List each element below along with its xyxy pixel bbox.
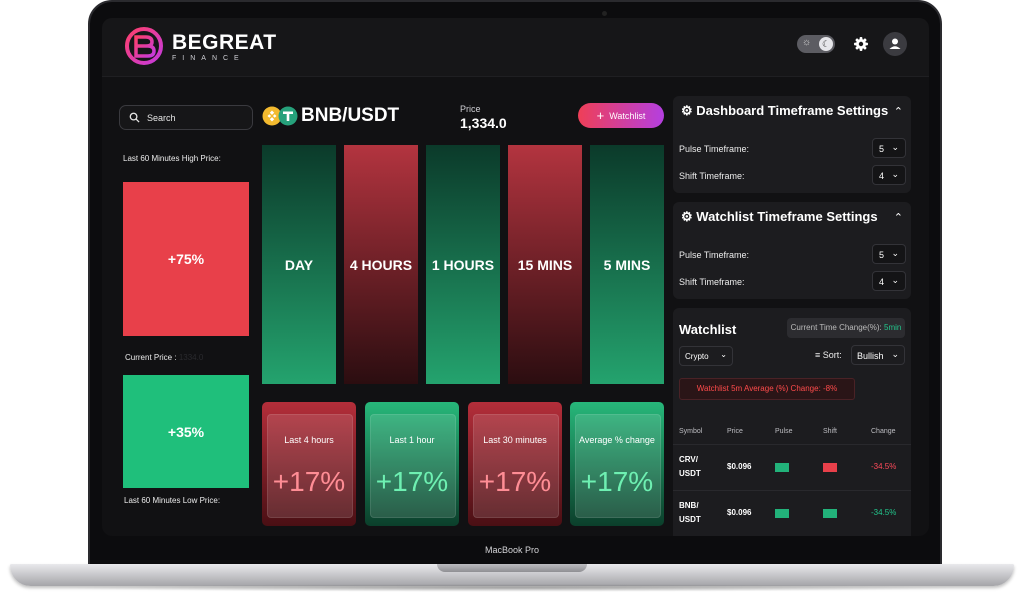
current-price-label: Current Price : 1334.0	[125, 353, 204, 362]
timeframe-15-mins[interactable]: 15 MINS	[508, 145, 582, 384]
bnb-usdt-coin-icons	[262, 106, 298, 126]
symbol-cell: CRV/	[679, 455, 698, 464]
price-value: 1,334.0	[460, 115, 507, 131]
laptop-notch	[437, 564, 587, 572]
settings-gear-icon[interactable]	[851, 34, 871, 54]
chevron-down-icon: ⌄	[891, 142, 899, 152]
shift-timeframe-label: Shift Timeframe:	[679, 277, 745, 287]
column-header[interactable]: Shift	[823, 428, 837, 435]
add-watchlist-button[interactable]: + Watchlist	[578, 103, 664, 128]
device-model-label: MacBook Pro	[484, 545, 540, 555]
change-card-label: Last 4 hours	[284, 435, 334, 445]
plus-icon: +	[596, 108, 605, 123]
pair-name: BNB/USDT	[301, 105, 400, 126]
user-icon	[889, 38, 901, 49]
shift-timeframe-label: Shift Timeframe:	[679, 171, 745, 181]
search-placeholder: Search	[147, 113, 176, 123]
price-cell: $0.096	[727, 508, 752, 517]
chevron-up-icon[interactable]: ⌃	[894, 105, 903, 118]
moon-icon: ☾	[819, 37, 833, 51]
low-price-label: Last 60 Minutes Low Price:	[124, 496, 221, 505]
symbol-cell: USDT	[679, 469, 701, 478]
top-header: BEGREAT FINANCE ☼ ☾	[102, 18, 929, 77]
brand-name: BEGREAT	[172, 31, 277, 54]
gear-icon: ⚙	[681, 209, 693, 224]
chevron-down-icon: ⌄	[720, 350, 727, 359]
change-cell: -34.5%	[871, 508, 897, 517]
average-change-alert: Watchlist 5m Average (%) Change: -8%	[679, 378, 855, 400]
change-card-label: Average % change	[579, 435, 655, 445]
symbol-cell: BNB/	[679, 501, 699, 510]
brand: BEGREAT FINANCE	[172, 31, 277, 63]
change-card-label: Last 1 hour	[389, 435, 435, 445]
chevron-down-icon: ⌄	[891, 169, 899, 179]
chevron-down-icon: ⌄	[891, 275, 899, 285]
column-header[interactable]: Price	[727, 428, 743, 435]
timeframe-5-mins[interactable]: 5 MINS	[590, 145, 664, 384]
camera-dot	[602, 11, 607, 16]
search-input[interactable]: Search	[119, 105, 253, 130]
sun-icon: ☼	[802, 37, 812, 48]
category-select[interactable]: Crypto ⌄	[679, 346, 733, 366]
sort-icon: ≡	[815, 350, 821, 360]
brand-subtitle: FINANCE	[172, 55, 245, 62]
timeframe-day[interactable]: DAY	[262, 145, 336, 384]
change-card-label: Last 30 minutes	[483, 435, 547, 445]
pulse-timeframe-label: Pulse Timeframe:	[679, 144, 750, 154]
change-cell: -34.5%	[871, 462, 897, 471]
change-card-30m: Last 30 minutes +17%	[468, 402, 562, 526]
watchlist-settings-panel: ⚙ Watchlist Timeframe Settings ⌃ Pulse T…	[673, 202, 911, 299]
watchlist-settings-title[interactable]: ⚙ Watchlist Timeframe Settings	[681, 209, 878, 225]
watchlist-panel: Watchlist Current Time Change(%): 5min C…	[673, 308, 911, 536]
watchlist-button-label: Watchlist	[609, 111, 646, 121]
price-cell: $0.096	[727, 462, 752, 471]
change-card-value: +17%	[272, 466, 346, 497]
change-card-1h: Last 1 hour +17%	[365, 402, 459, 526]
laptop-shadow	[60, 584, 964, 592]
shift-timeframe-select[interactable]: 4 ⌄	[872, 271, 906, 291]
search-icon	[129, 112, 140, 123]
watchlist-title: Watchlist	[679, 322, 737, 337]
row-divider	[673, 490, 911, 491]
timeframe-4-hours[interactable]: 4 HOURS	[344, 145, 418, 384]
app-screen: BEGREAT FINANCE ☼ ☾ Search Last 60 Minut…	[102, 18, 929, 536]
symbol-cell: USDT	[679, 515, 701, 524]
begreat-logo-icon[interactable]	[124, 26, 164, 66]
gear-icon: ⚙	[681, 103, 693, 118]
shift-timeframe-select[interactable]: 4 ⌄	[872, 165, 906, 185]
dashboard-settings-panel: ⚙ Dashboard Timeframe Settings ⌃ Pulse T…	[673, 96, 911, 193]
change-card-4h: Last 4 hours +17%	[262, 402, 356, 526]
timeframe-1-hours[interactable]: 1 HOURS	[426, 145, 500, 384]
pulse-indicator	[775, 509, 789, 518]
shift-indicator	[823, 463, 837, 472]
change-card-value: +17%	[478, 466, 552, 497]
column-header[interactable]: Symbol	[679, 428, 702, 435]
sort-select[interactable]: Bullish ⌄	[851, 345, 905, 365]
price-label: Price	[460, 104, 481, 114]
change-card-value: +17%	[580, 466, 654, 497]
change-card-value: +17%	[375, 466, 449, 497]
sort-label: ≡ Sort:	[815, 350, 842, 360]
column-header[interactable]: Pulse	[775, 428, 793, 435]
dashboard-settings-title[interactable]: ⚙ Dashboard Timeframe Settings	[681, 103, 888, 119]
theme-toggle[interactable]: ☼ ☾	[797, 35, 835, 53]
row-divider	[673, 444, 911, 445]
pulse-timeframe-select[interactable]: 5 ⌄	[872, 244, 906, 264]
high-price-box: +75%	[123, 182, 249, 336]
current-price-value: 1334.0	[178, 353, 204, 362]
column-header[interactable]: Change	[871, 428, 896, 435]
time-change-chip: Current Time Change(%): 5min	[787, 318, 905, 338]
chevron-down-icon: ⌄	[891, 349, 899, 359]
low-price-box: +35%	[123, 375, 249, 488]
pulse-indicator	[775, 463, 789, 472]
high-price-label: Last 60 Minutes High Price:	[123, 154, 221, 163]
chevron-down-icon: ⌄	[891, 248, 899, 258]
shift-indicator	[823, 509, 837, 518]
chevron-up-icon[interactable]: ⌃	[894, 211, 903, 224]
user-avatar-button[interactable]	[883, 32, 907, 56]
change-card-average: Average % change +17%	[570, 402, 664, 526]
pulse-timeframe-label: Pulse Timeframe:	[679, 250, 750, 260]
pulse-timeframe-select[interactable]: 5 ⌄	[872, 138, 906, 158]
